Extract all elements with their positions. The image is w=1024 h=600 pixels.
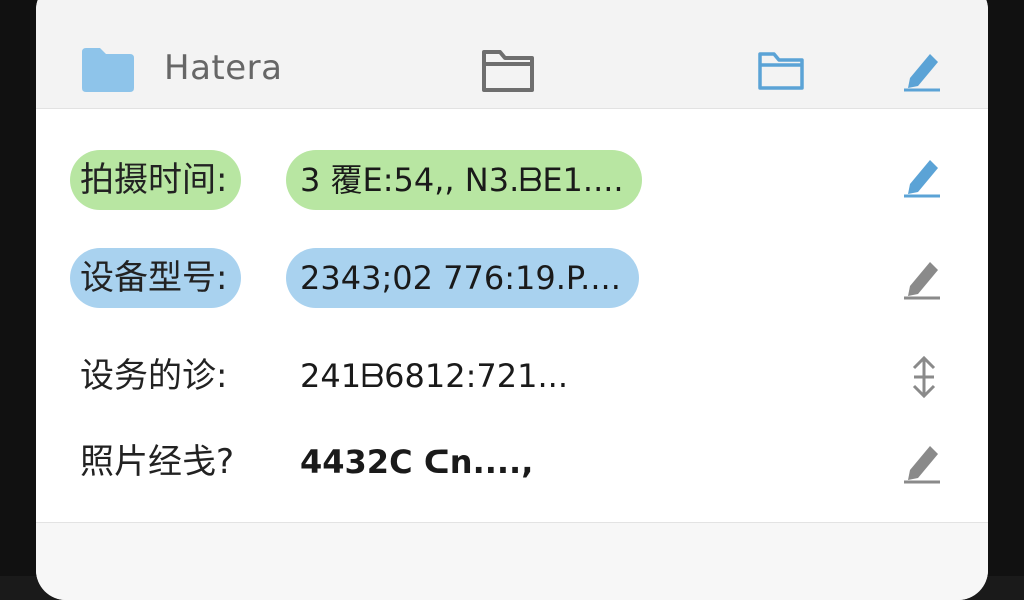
device-frame-left: [0, 0, 40, 576]
row-label: 设备型号:: [70, 248, 242, 308]
edit-icon[interactable]: [900, 438, 944, 484]
info-row-device-model: 设备型号: 2343;02 776:19.P....: [36, 248, 988, 340]
phone-screen: Hatera 拍摄时间: 3 覆E:54,, N3.ᗷE1.... 设备型号: …: [36, 0, 988, 600]
row-value: 2343;02 776:19.P....: [286, 248, 639, 308]
edit-icon[interactable]: [900, 152, 944, 198]
row-value: 3 覆E:54,, N3.ᗷE1....: [286, 150, 642, 210]
info-row-capture-time: 拍摄时间: 3 覆E:54,, N3.ᗷE1....: [36, 150, 988, 236]
folder-outline-icon[interactable]: [480, 44, 536, 94]
next-section-strip: [36, 523, 988, 600]
info-row-photo-location: 照片经戋? 4432C ᑕn....,: [36, 432, 988, 512]
info-row-device-detail: 设务的诊: 241ᗷ6812:721...: [36, 346, 988, 426]
folder-blue-filled-icon[interactable]: [80, 44, 136, 92]
row-value: 4432C ᑕn....,: [300, 443, 534, 481]
row-label: 拍摄时间:: [70, 150, 242, 210]
folder-blue-outline-icon[interactable]: [756, 48, 806, 92]
header-bar: Hatera: [36, 0, 988, 109]
app-title: Hatera: [164, 48, 283, 88]
resize-vertical-icon[interactable]: [906, 354, 942, 400]
row-label: 设务的诊:: [80, 356, 228, 396]
row-value: 241ᗷ6812:721...: [300, 357, 568, 395]
row-label: 照片经戋?: [80, 442, 235, 482]
edit-icon[interactable]: [900, 46, 944, 92]
edit-icon[interactable]: [900, 254, 944, 300]
